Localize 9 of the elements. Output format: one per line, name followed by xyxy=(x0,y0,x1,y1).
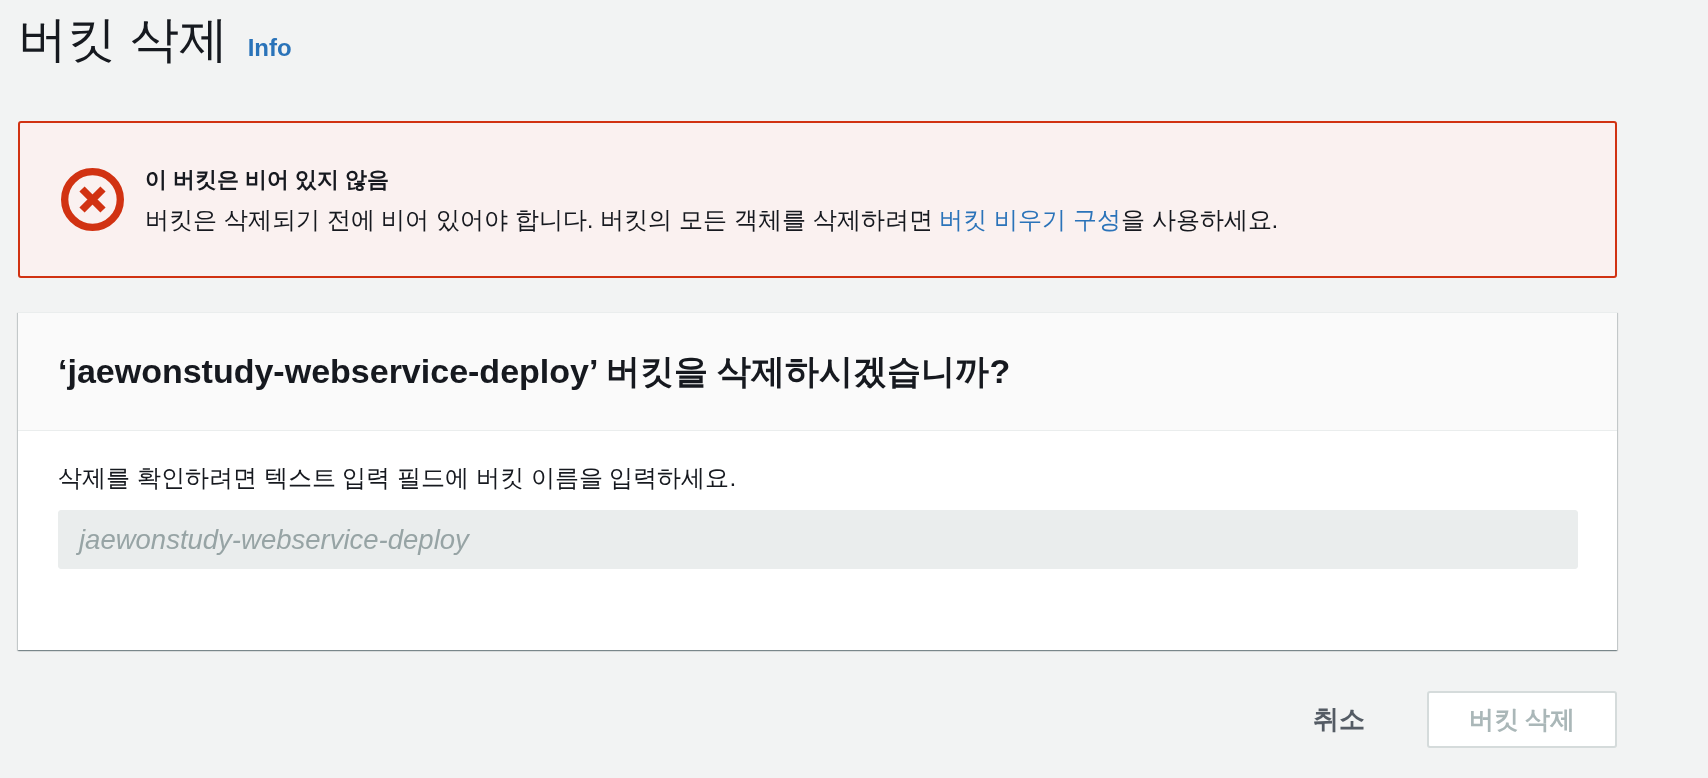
alert-message: 버킷은 삭제되기 전에 비어 있어야 합니다. 버킷의 모든 객체를 삭제하려면 버킷 비우기 구성을 사용하세요. xyxy=(145,204,1279,235)
info-link[interactable]: Info xyxy=(247,34,292,62)
cancel-button[interactable]: 취소 xyxy=(1303,691,1375,748)
instruction-text: 삭제를 확인하려면 텍스트 입력 필드에 버킷 이름을 입력하세요. xyxy=(58,463,738,493)
alert-title: 이 버킷은 비어 있지 않음 xyxy=(145,165,391,194)
error-icon xyxy=(61,168,124,231)
empty-bucket-link[interactable]: 버킷 비우기 구성 xyxy=(939,205,1121,233)
panel-title: ‘jaewonstudy-webservice-deploy’ 버킷을 삭제하시겠습니까? xyxy=(58,350,1011,392)
page-title: 버킷 삭제 xyxy=(18,11,228,68)
